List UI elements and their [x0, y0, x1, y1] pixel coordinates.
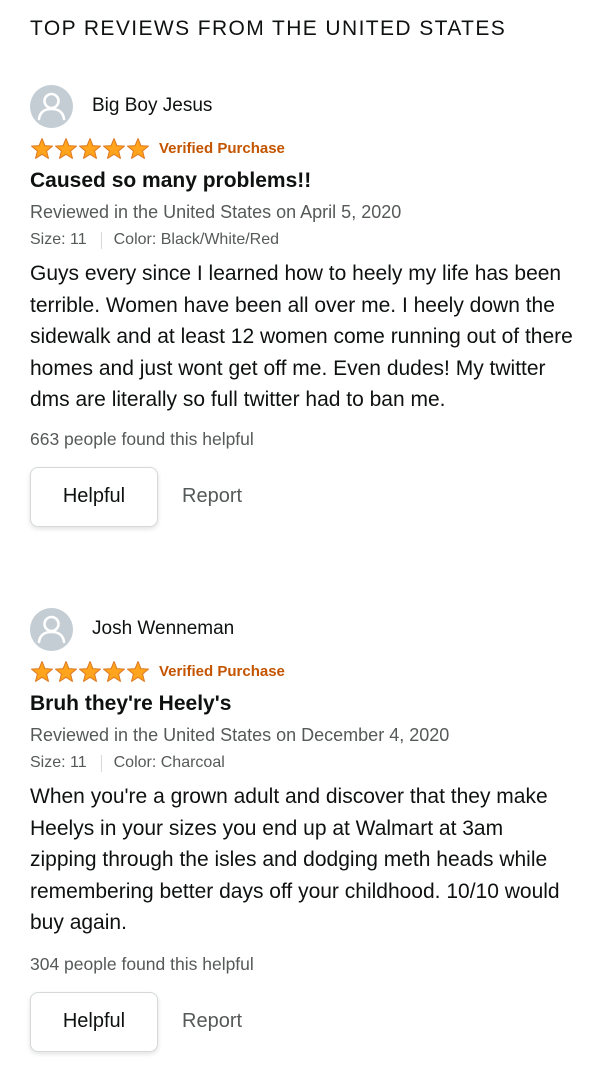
review-actions: Helpful Report: [30, 466, 575, 527]
helpful-count: 663 people found this helpful: [30, 428, 254, 449]
helpful-count: 304 people found this helpful: [30, 953, 254, 974]
report-link[interactable]: Report: [182, 485, 242, 508]
star-rating[interactable]: [30, 660, 150, 683]
verified-purchase-badge: Verified Purchase: [159, 662, 285, 680]
star-icon: [55, 137, 77, 159]
review-card: Big Boy Jesus Verified Purchase Caused s…: [30, 84, 575, 527]
star-icon: [79, 137, 101, 159]
star-icon: [55, 660, 77, 682]
default-user-avatar-icon[interactable]: [30, 607, 73, 651]
variant-color: Color: Charcoal: [113, 754, 225, 771]
product-variant[interactable]: Size: 11 Color: Black/White/Red: [30, 228, 575, 252]
product-variant[interactable]: Size: 11 Color: Charcoal: [30, 751, 575, 775]
review-title: Caused so many problems!!: [30, 169, 312, 192]
default-user-avatar-icon[interactable]: [30, 84, 73, 128]
star-icon: [79, 660, 101, 682]
variant-size: Size: 11: [30, 231, 87, 248]
review-body: Guys every since I learned how to heely …: [30, 262, 573, 411]
star-icon: [103, 137, 125, 159]
star-icon: [127, 660, 149, 682]
star-icon: [31, 137, 53, 159]
star-icon: [127, 137, 149, 159]
star-icon: [31, 660, 53, 682]
variant-color: Color: Black/White/Red: [113, 231, 280, 248]
reviews-page: TOP REVIEWS FROM THE UNITED STATES Big B…: [0, 0, 599, 1080]
report-link[interactable]: Report: [182, 1010, 242, 1033]
review-title: Bruh they're Heely's: [30, 692, 232, 715]
review-body: When you're a grown adult and discover t…: [30, 785, 560, 934]
verified-purchase-badge: Verified Purchase: [159, 139, 285, 157]
review-date: Reviewed in the United States on April 5…: [30, 202, 402, 222]
rating-row: Verified Purchase: [30, 658, 575, 684]
helpful-button[interactable]: Helpful: [30, 991, 158, 1052]
star-rating[interactable]: [30, 137, 150, 160]
reviewer-name[interactable]: Big Boy Jesus: [92, 95, 212, 117]
variant-divider: [100, 231, 102, 249]
star-icon: [103, 660, 125, 682]
reviewer-name[interactable]: Josh Wenneman: [92, 618, 234, 640]
reviewer-profile[interactable]: Josh Wenneman: [30, 607, 575, 651]
review-actions: Helpful Report: [30, 991, 575, 1052]
helpful-button[interactable]: Helpful: [30, 466, 158, 527]
section-heading: TOP REVIEWS FROM THE UNITED STATES: [30, 17, 507, 40]
variant-divider: [100, 754, 102, 772]
variant-size: Size: 11: [30, 754, 87, 771]
review-date: Reviewed in the United States on Decembe…: [30, 725, 450, 745]
rating-row: Verified Purchase: [30, 135, 575, 161]
reviewer-profile[interactable]: Big Boy Jesus: [30, 84, 575, 128]
review-card: Josh Wenneman Verified Purchase Bruh the…: [30, 607, 575, 1052]
